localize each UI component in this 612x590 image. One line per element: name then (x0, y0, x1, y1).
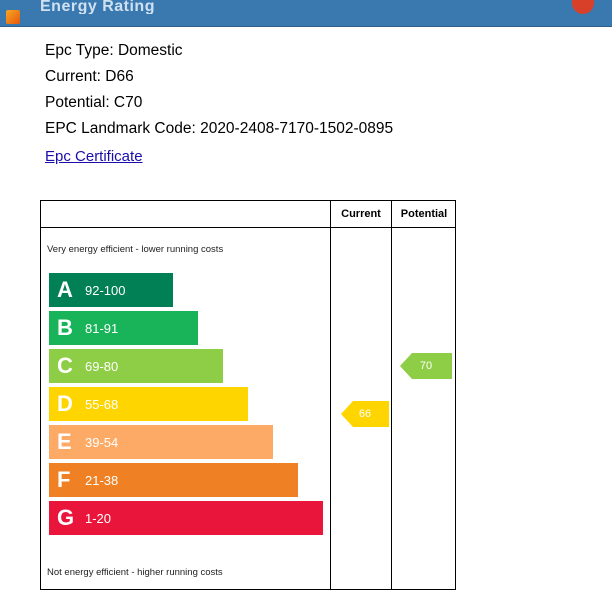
current-rating-arrow: 66 (341, 401, 389, 427)
column-divider (391, 201, 392, 589)
band-range: 81-91 (85, 320, 119, 336)
close-button[interactable] (572, 0, 594, 14)
band-range: 21-38 (85, 472, 119, 488)
rating-band-c: C 69-80 (49, 349, 223, 383)
rating-band-d: D 55-68 (49, 387, 248, 421)
epc-certificate-link[interactable]: Epc Certificate (45, 144, 143, 170)
band-range: 1-20 (85, 510, 112, 526)
potential-column-header: Potential (400, 208, 448, 220)
landmark-code: EPC Landmark Code: 2020-2408-7170-1502-0… (45, 120, 394, 137)
band-range: 92-100 (85, 282, 126, 298)
band-range: 55-68 (85, 396, 119, 412)
band-letter: C (57, 353, 73, 378)
rating-band-e: E 39-54 (49, 425, 273, 459)
rating-band-f: F 21-38 (49, 463, 298, 497)
current-rating: Current: D66 (45, 68, 134, 85)
inefficient-caption: Not energy efficient - higher running co… (47, 567, 223, 578)
band-letter: A (57, 277, 73, 302)
app-icon (6, 10, 20, 24)
band-range: 39-54 (85, 434, 119, 450)
efficient-caption: Very energy efficient - lower running co… (47, 244, 224, 255)
band-letter: G (57, 505, 75, 530)
epc-type: Epc Type: Domestic (45, 42, 183, 59)
band-letter: F (57, 467, 71, 492)
band-range: 69-80 (85, 358, 119, 374)
rating-band-g: G 1-20 (49, 501, 323, 535)
header-divider (41, 227, 455, 228)
potential-rating-arrow: 70 (400, 353, 452, 379)
window-title: Energy Rating (40, 0, 155, 14)
rating-band-a: A 92-100 (49, 273, 173, 307)
epc-info: Epc Type: Domestic Current: D66 Potentia… (45, 38, 393, 170)
band-letter: D (57, 391, 73, 416)
band-letter: E (57, 429, 72, 454)
band-letter: B (57, 315, 73, 340)
current-column-header: Current (341, 208, 381, 220)
epc-rating-chart: Current Potential Very energy efficient … (40, 200, 456, 590)
potential-rating: Potential: C70 (45, 94, 143, 111)
rating-band-b: B 81-91 (49, 311, 198, 345)
column-divider (330, 201, 331, 589)
title-bar: Energy Rating (0, 0, 612, 27)
